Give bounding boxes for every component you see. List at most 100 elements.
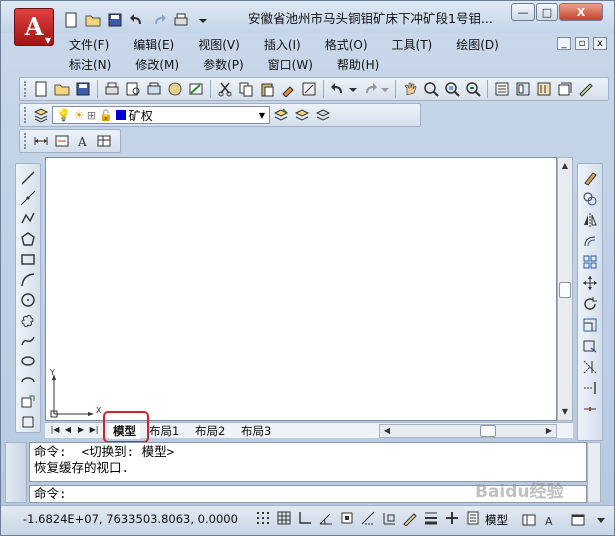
- close-button[interactable]: X: [559, 3, 603, 21]
- doc-minimize-button[interactable]: _: [557, 37, 571, 50]
- construction-line-icon[interactable]: [18, 188, 38, 207]
- qnew-icon[interactable]: [31, 79, 51, 99]
- rectangle-icon[interactable]: [18, 250, 38, 269]
- publish-icon[interactable]: [144, 79, 164, 99]
- zoom-realtime-icon[interactable]: [421, 79, 441, 99]
- last-tab-icon[interactable]: ▶|: [88, 424, 100, 436]
- tab-layout3[interactable]: 布局3: [241, 424, 271, 439]
- first-tab-icon[interactable]: |◀: [49, 424, 61, 436]
- quick-access-dropdown-icon[interactable]: [193, 11, 213, 29]
- undo-dropdown-icon[interactable]: [349, 79, 359, 99]
- doc-restore-button[interactable]: ▫: [575, 37, 589, 50]
- object-snap-tracking-icon[interactable]: [358, 508, 377, 528]
- toolbar-grip[interactable]: [24, 133, 27, 149]
- lineweight-icon[interactable]: [421, 508, 440, 528]
- maximize-button[interactable]: □: [536, 3, 558, 21]
- array-icon[interactable]: [580, 252, 600, 272]
- extend-icon[interactable]: [580, 378, 600, 398]
- save-icon[interactable]: [73, 79, 93, 99]
- model-space-icon[interactable]: [463, 508, 482, 528]
- scroll-right-icon[interactable]: ▶: [543, 425, 555, 437]
- menu-file[interactable]: 文件(F): [57, 35, 121, 55]
- vertical-scroll-thumb[interactable]: [559, 282, 571, 298]
- menu-dimension[interactable]: 标注(N): [57, 55, 123, 75]
- polar-tracking-icon[interactable]: [316, 508, 335, 528]
- menu-parametric[interactable]: 参数(P): [191, 55, 256, 75]
- layer-manager-icon[interactable]: [31, 105, 51, 125]
- properties-icon[interactable]: [492, 79, 512, 99]
- paste-icon[interactable]: [257, 79, 277, 99]
- scroll-down-icon[interactable]: ▼: [558, 405, 572, 419]
- move-icon[interactable]: [580, 273, 600, 293]
- stretch-icon[interactable]: [580, 336, 600, 356]
- rotate-icon[interactable]: [580, 294, 600, 314]
- redo-icon[interactable]: [360, 79, 380, 99]
- pan-icon[interactable]: [400, 79, 420, 99]
- menu-insert[interactable]: 插入(I): [252, 35, 313, 55]
- dynamic-input-icon[interactable]: [400, 508, 419, 528]
- tool-palettes-icon[interactable]: [534, 79, 554, 99]
- mirror-icon[interactable]: [580, 210, 600, 230]
- ellipse-icon[interactable]: [18, 352, 38, 371]
- polyline-icon[interactable]: [18, 209, 38, 228]
- ellipse-arc-icon[interactable]: [18, 372, 38, 391]
- quick-view-layouts-icon[interactable]: [519, 510, 539, 530]
- arc-icon[interactable]: [18, 270, 38, 289]
- cut-icon[interactable]: [215, 79, 235, 99]
- command-scrollbar[interactable]: [587, 442, 601, 503]
- zoom-previous-icon[interactable]: [463, 79, 483, 99]
- next-tab-icon[interactable]: ▶: [75, 424, 87, 436]
- layer-dropdown[interactable]: 💡 ☀ ⊞ 🔓 矿权 ▼: [52, 106, 270, 124]
- minimize-button[interactable]: —: [511, 3, 535, 21]
- clean-screen-icon[interactable]: [568, 510, 588, 530]
- grid-display-icon[interactable]: [274, 508, 293, 528]
- scroll-up-icon[interactable]: ▲: [558, 159, 572, 173]
- copy-icon[interactable]: [236, 79, 256, 99]
- dynamic-ucs-icon[interactable]: [379, 508, 398, 528]
- table-style-icon[interactable]: [94, 131, 114, 151]
- menu-window[interactable]: 窗口(W): [256, 55, 325, 75]
- linear-dimension-icon[interactable]: [31, 131, 51, 151]
- doc-close-button[interactable]: x: [593, 37, 607, 50]
- redo-dropdown-icon[interactable]: [381, 79, 391, 99]
- copy-object-icon[interactable]: [580, 189, 600, 209]
- etransmit-icon[interactable]: [186, 79, 206, 99]
- markup-icon[interactable]: [576, 79, 596, 99]
- erase-icon[interactable]: [580, 168, 600, 188]
- application-menu-button[interactable]: A ▼: [14, 8, 54, 46]
- horizontal-scroll-thumb[interactable]: [480, 425, 496, 437]
- polygon-icon[interactable]: [18, 229, 38, 248]
- spline-icon[interactable]: [18, 331, 38, 350]
- scale-icon[interactable]: [580, 315, 600, 335]
- redo-icon[interactable]: [149, 11, 169, 29]
- annotation-scale-icon[interactable]: A: [541, 510, 561, 530]
- layer-states-icon[interactable]: [313, 105, 333, 125]
- scroll-left-icon[interactable]: ◀: [381, 425, 393, 437]
- horizontal-scrollbar[interactable]: ◀ ▶: [379, 424, 557, 438]
- chevron-down-icon[interactable]: ▼: [255, 107, 269, 123]
- 3d-dwf-icon[interactable]: [165, 79, 185, 99]
- tab-layout1[interactable]: 布局1: [149, 424, 179, 439]
- menu-format[interactable]: 格式(O): [313, 35, 380, 55]
- menu-view[interactable]: 视图(V): [186, 35, 252, 55]
- sheet-set-icon[interactable]: [555, 79, 575, 99]
- coordinate-readout[interactable]: -1.6824E+07, 7633503.8063, 0.0000: [23, 512, 238, 526]
- dimension-style-icon[interactable]: [52, 131, 72, 151]
- break-at-point-icon[interactable]: [580, 399, 600, 419]
- zoom-window-icon[interactable]: [442, 79, 462, 99]
- plot-icon[interactable]: [171, 11, 191, 29]
- revision-cloud-icon[interactable]: [18, 311, 38, 330]
- ortho-mode-icon[interactable]: [295, 508, 314, 528]
- previous-tab-icon[interactable]: ◀: [62, 424, 74, 436]
- block-editor-icon[interactable]: [299, 79, 319, 99]
- model-space-toggle[interactable]: 模型: [485, 512, 508, 528]
- text-style-icon[interactable]: A: [73, 131, 93, 151]
- open-icon[interactable]: [83, 11, 103, 29]
- open-icon[interactable]: [52, 79, 72, 99]
- menu-draw[interactable]: 绘图(D): [444, 35, 511, 55]
- tab-layout2[interactable]: 布局2: [195, 424, 225, 439]
- make-block-icon[interactable]: [18, 413, 38, 432]
- menu-edit[interactable]: 编辑(E): [121, 35, 186, 55]
- design-center-icon[interactable]: [513, 79, 533, 99]
- print-icon[interactable]: [102, 79, 122, 99]
